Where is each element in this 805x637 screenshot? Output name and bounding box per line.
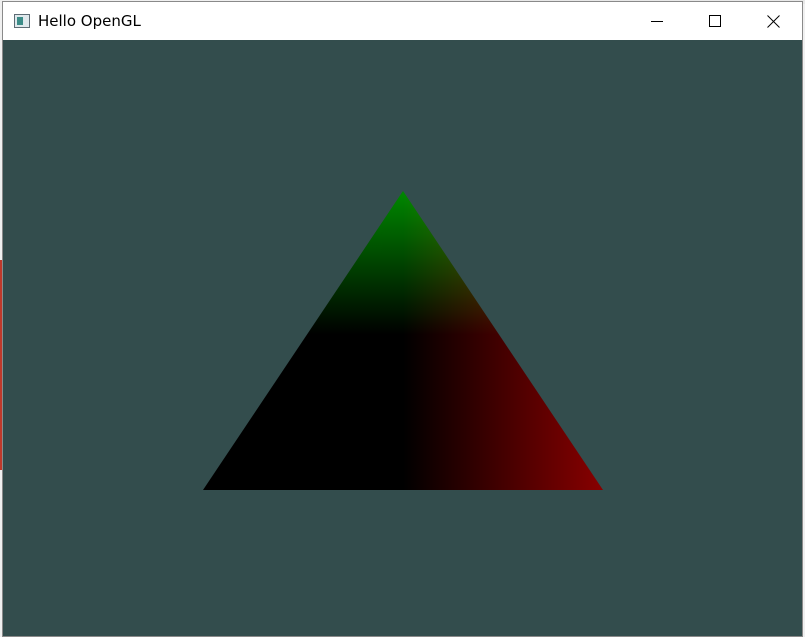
opengl-viewport[interactable] [3,40,802,636]
close-icon [766,14,780,28]
gradient-triangle [203,191,603,490]
app-window: Hello OpenGL [2,1,803,637]
window-title: Hello OpenGL [38,12,141,30]
title-bar[interactable]: Hello OpenGL [3,2,802,40]
minimize-button[interactable] [628,2,686,40]
minimize-icon [651,21,663,22]
triangle-render [203,191,603,490]
maximize-button[interactable] [686,2,744,40]
maximize-icon [709,15,721,27]
close-button[interactable] [744,2,802,40]
window-app-icon[interactable] [14,14,30,28]
